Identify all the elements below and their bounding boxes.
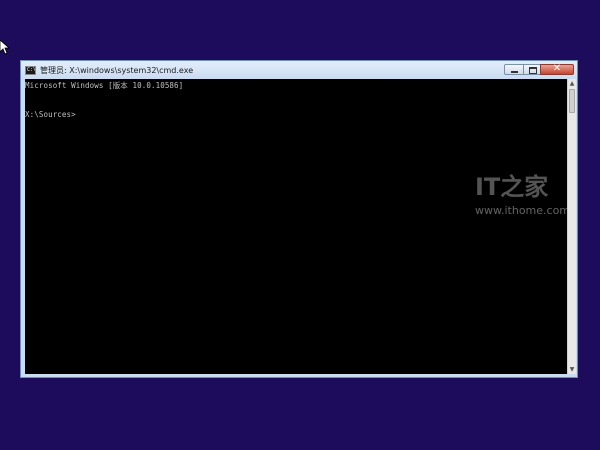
cmd-window[interactable]: C:\ 管理员: X:\windows\system32\cmd.exe ✕ M… <box>20 60 578 378</box>
ithome-watermark: IT之家 www.ithome.com <box>475 174 570 217</box>
minimize-button[interactable] <box>504 64 524 75</box>
vertical-scrollbar[interactable]: ▲ ▼ <box>567 79 576 374</box>
close-button[interactable]: ✕ <box>540 63 574 75</box>
window-title: 管理员: X:\windows\system32\cmd.exe <box>40 66 194 75</box>
scroll-down-icon[interactable]: ▼ <box>568 365 576 374</box>
console-output[interactable]: Microsoft Windows [版本 10.0.10586] X:\Sou… <box>25 79 570 374</box>
watermark-logo: IT之家 <box>475 173 549 201</box>
console-line-prompt[interactable]: X:\Sources> <box>25 110 76 119</box>
scroll-up-icon[interactable]: ▲ <box>568 79 576 88</box>
watermark-url: www.ithome.com <box>475 204 571 217</box>
maximize-icon <box>529 67 537 74</box>
console-line-version: Microsoft Windows [版本 10.0.10586] <box>25 81 184 90</box>
window-controls: ✕ <box>504 63 574 76</box>
close-icon: ✕ <box>552 63 562 74</box>
title-bar[interactable]: C:\ 管理员: X:\windows\system32\cmd.exe ✕ <box>21 61 577 81</box>
scroll-thumb[interactable] <box>569 89 575 113</box>
cmd-app-icon[interactable]: C:\ <box>25 66 36 75</box>
minimize-icon <box>511 71 518 73</box>
mouse-cursor <box>0 39 11 56</box>
maximize-button[interactable] <box>523 64 541 75</box>
